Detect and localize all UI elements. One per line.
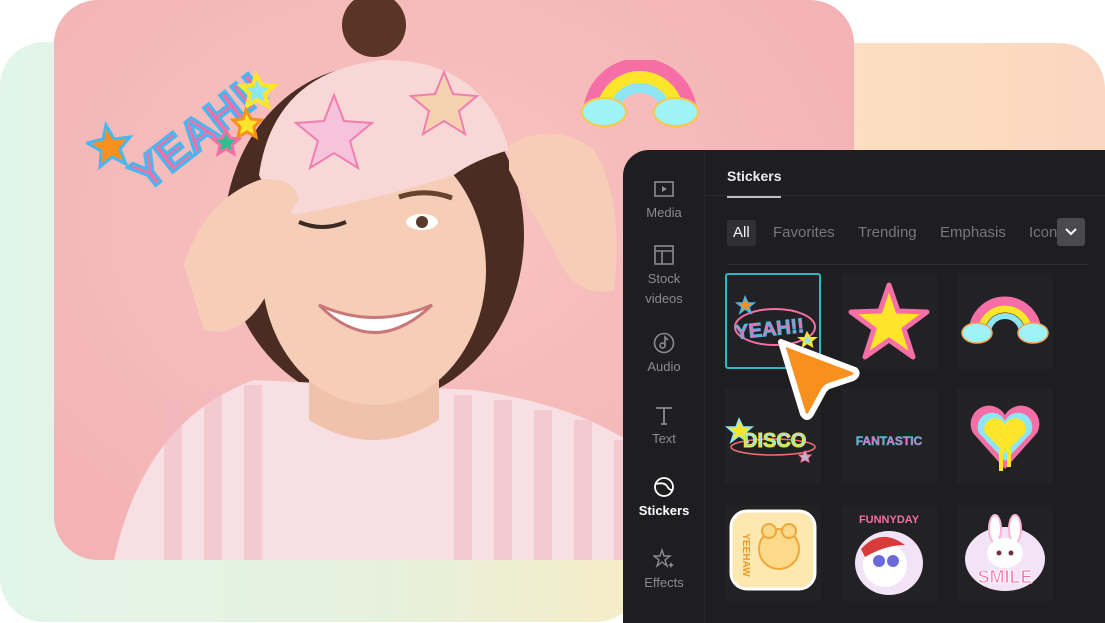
sidebar-item-label: Effects [644,575,684,590]
sparkle-star-icon [653,548,674,569]
sidebar-item-stock-videos[interactable]: Stock videos [623,244,705,309]
sidebar-item-label: Media [646,205,682,220]
sidebar-item-label: videos [645,291,683,306]
sidebar-item-label: Stickers [638,503,690,518]
sticker-editor-panel: Media Stock videos Audio Text Stickers E… [623,150,1105,623]
sidebar-item-stickers[interactable]: Stickers [623,476,705,521]
sidebar-item-effects[interactable]: Effects [623,548,705,593]
sticker-text: DISCO [743,430,806,452]
tab-stickers[interactable]: Stickers [727,168,782,198]
sticker-text: YEEHAW [740,533,751,577]
chevron-down-icon [1065,228,1077,236]
music-note-icon [653,332,675,354]
sticker-item-rainbow[interactable] [957,273,1053,369]
sticker-browser: Stickers All Favorites Trending Emphasis… [705,150,1105,623]
sticker-item-funnyday[interactable]: FUNNYDAY [841,505,937,601]
divider [727,264,1087,265]
sidebar-item-label: Text [652,431,676,446]
canvas-sticker-rainbow[interactable] [580,60,700,130]
pointer-cursor-icon [778,339,860,420]
sticker-item-smile[interactable]: SMILE [957,505,1053,601]
sidebar-item-media[interactable]: Media [623,178,705,223]
filter-favorites[interactable]: Favorites [773,220,835,246]
editor-sidebar: Media Stock videos Audio Text Stickers E… [623,150,705,623]
sticker-item-yeehaw[interactable]: YEEHAW [725,505,821,601]
layout-icon [654,245,674,265]
canvas-sticker-yeah[interactable]: YEAH!! [86,45,306,195]
filter-emphasis[interactable]: Emphasis [940,220,1006,246]
sticker-item-heart[interactable] [957,389,1053,485]
sidebar-item-label: Audio [647,359,681,374]
text-t-icon [656,407,672,425]
sticker-text: FUNNYDAY [859,514,920,526]
play-square-icon [654,181,674,197]
filter-all[interactable]: All [727,220,756,246]
category-filters: All Favorites Trending Emphasis Icon [727,220,1087,246]
sticker-icon [654,477,674,497]
sidebar-item-text[interactable]: Text [623,404,705,449]
filter-icon[interactable]: Icon [1029,220,1057,246]
more-filters-button[interactable] [1057,218,1085,246]
sticker-text: SMILE [977,567,1032,587]
sticker-text: FANTASTIC [856,434,923,448]
filter-trending[interactable]: Trending [858,220,917,246]
tab-bar: Stickers [705,150,1105,198]
sidebar-item-audio[interactable]: Audio [623,332,705,377]
sidebar-item-label: Stock [647,271,681,286]
